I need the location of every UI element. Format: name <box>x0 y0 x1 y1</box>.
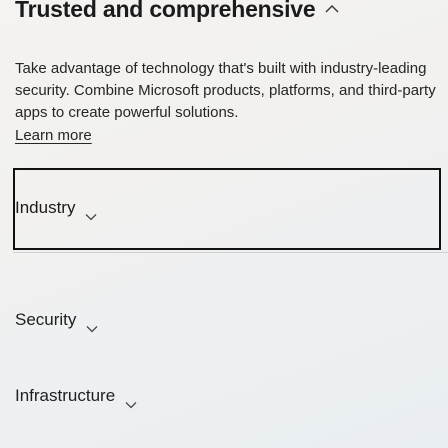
chevron-down-icon <box>85 205 97 221</box>
section-title-text: Trusted and comprehensive <box>15 0 316 22</box>
chevron-down-icon <box>125 393 137 409</box>
learn-more-link[interactable]: Learn more <box>15 125 92 147</box>
accordion-item-label: Security <box>15 310 77 329</box>
accordion-item-infrastructure[interactable]: Infrastructure <box>15 385 137 409</box>
accordion-item-industry[interactable]: Industry <box>15 197 97 221</box>
section-title: Trusted and comprehensive <box>15 0 339 25</box>
intro-paragraph: Take advantage of technology that's buil… <box>15 60 436 121</box>
accordion-item-label: Industry <box>15 198 76 217</box>
accordion-item-security[interactable]: Security <box>15 309 98 333</box>
accordion-item-label: Infrastructure <box>15 386 116 405</box>
divider <box>13 252 448 253</box>
chevron-down-icon <box>86 317 98 333</box>
